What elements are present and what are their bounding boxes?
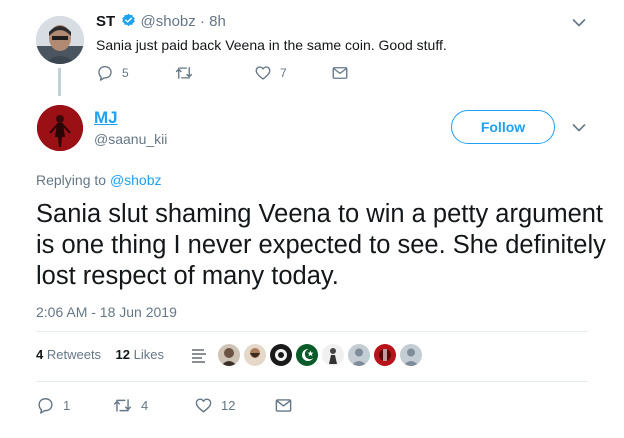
likes-stat-label: Likes: [133, 347, 164, 362]
retweets-stat-count: 4: [36, 347, 44, 362]
envelope-icon: [332, 67, 348, 79]
like-button[interactable]: 7: [254, 64, 287, 82]
tweet-time[interactable]: · 8h: [200, 13, 226, 30]
chevron-down-icon[interactable]: [572, 18, 586, 28]
replying-to-link[interactable]: @shobz: [110, 172, 162, 188]
liker-avatar[interactable]: [244, 344, 266, 366]
liker-avatar[interactable]: [374, 344, 396, 366]
author-handle[interactable]: @shobz: [141, 13, 196, 30]
reply-button[interactable]: 1: [36, 396, 70, 415]
engagement-stats: 4 Retweets 12 Likes: [36, 346, 164, 364]
retweet-button[interactable]: 4: [112, 396, 148, 415]
tweet-actions: 1 4 12: [36, 396, 336, 416]
retweet-count: 4: [141, 398, 149, 413]
retweet-icon: [113, 399, 132, 412]
replying-to: Replying to @shobz: [36, 171, 162, 189]
like-button[interactable]: 12: [194, 396, 235, 415]
thread-connector: [58, 68, 61, 96]
chevron-down-icon[interactable]: [572, 123, 586, 133]
liker-avatar[interactable]: [190, 344, 212, 366]
reply-count: 5: [122, 66, 129, 80]
parent-tweet-actions: 5 7: [96, 64, 396, 84]
author-name[interactable]: ST: [96, 13, 115, 30]
liker-avatar[interactable]: [322, 344, 344, 366]
retweet-button[interactable]: [174, 64, 202, 82]
author-name[interactable]: MJ: [94, 108, 118, 128]
avatar-photo: [37, 105, 83, 151]
reply-count: 1: [63, 398, 71, 413]
like-count: 7: [280, 66, 287, 80]
likes-stat[interactable]: 12 Likes: [116, 347, 164, 362]
liker-avatar[interactable]: [400, 344, 422, 366]
liker-avatar[interactable]: [270, 344, 292, 366]
message-button[interactable]: [274, 396, 293, 415]
like-count: 12: [221, 398, 236, 413]
retweets-stat-label: Retweets: [46, 347, 102, 362]
parent-tweet-text: Sania just paid back Veena in the same c…: [96, 37, 447, 53]
message-button[interactable]: [331, 64, 349, 82]
retweet-icon: [175, 67, 193, 79]
author-handle[interactable]: @saanu_kii: [94, 130, 167, 148]
replying-prefix: Replying to: [36, 172, 107, 188]
envelope-icon: [275, 399, 292, 412]
divider: [36, 331, 588, 332]
avatar-photo: [36, 16, 84, 64]
heart-icon: [255, 66, 271, 80]
parent-tweet-header: ST @shobz · 8h: [96, 13, 226, 31]
reply-button[interactable]: 5: [96, 64, 129, 82]
divider: [36, 381, 588, 382]
reply-icon: [38, 398, 53, 414]
reply-icon: [98, 65, 112, 81]
likes-stat-count: 12: [115, 347, 130, 362]
avatar[interactable]: [36, 16, 84, 64]
tweet-text: Sania slut shaming Veena to win a petty …: [36, 200, 606, 290]
retweets-stat[interactable]: 4 Retweets: [36, 347, 101, 362]
liker-avatar[interactable]: [218, 344, 240, 366]
parent-tweet[interactable]: ST @shobz · 8h Sania just paid back Veen…: [0, 0, 624, 96]
liker-avatar[interactable]: [296, 344, 318, 366]
tweet-timestamp[interactable]: 2:06 AM - 18 Jun 2019: [36, 303, 177, 321]
verified-badge-icon: [122, 13, 136, 27]
avatar[interactable]: [37, 105, 83, 151]
heart-icon: [195, 398, 212, 413]
follow-button[interactable]: Follow: [451, 110, 555, 144]
liker-avatar[interactable]: [348, 344, 370, 366]
